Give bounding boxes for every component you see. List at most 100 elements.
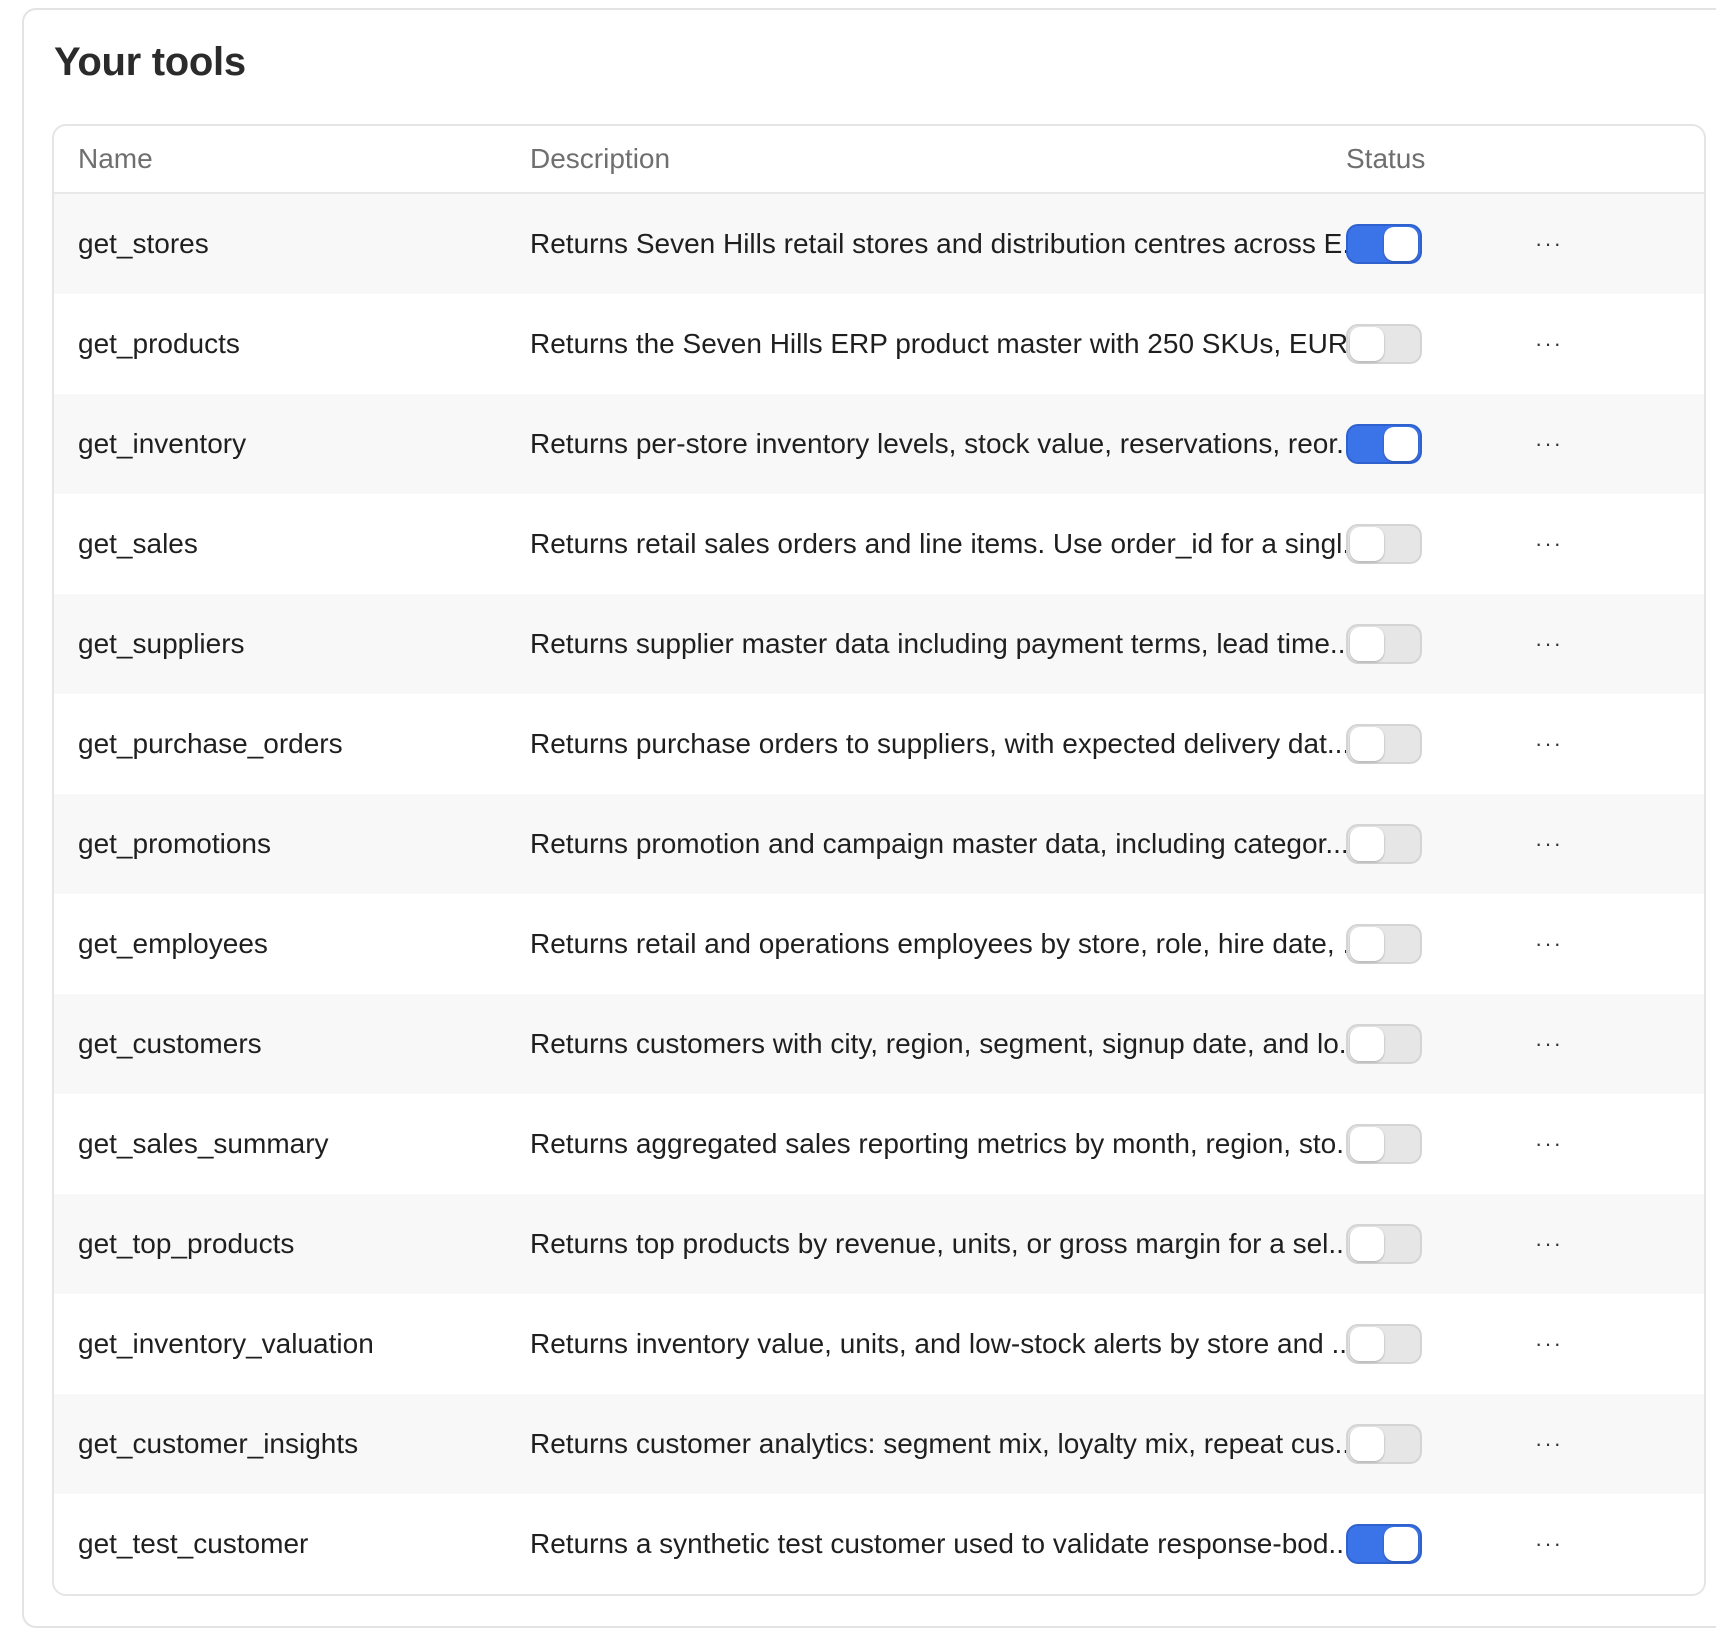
tool-name: get_purchase_orders [78, 728, 343, 759]
toggle-knob [1350, 1327, 1384, 1361]
table-row[interactable]: get_employees Returns retail and operatio… [54, 894, 1704, 994]
tool-name: get_test_customer [78, 1528, 309, 1559]
status-toggle[interactable] [1346, 1524, 1422, 1564]
tool-status [1346, 1324, 1422, 1364]
more-options-icon[interactable]: ··· [1524, 1331, 1574, 1357]
table-body: get_stores Returns Seven Hills retail sto… [54, 194, 1704, 1594]
tool-status [1346, 724, 1422, 764]
status-toggle[interactable] [1346, 1424, 1422, 1464]
toggle-knob [1350, 1427, 1384, 1461]
toggle-knob [1350, 1227, 1384, 1261]
tool-status [1346, 924, 1422, 964]
tool-description: Returns customers with city, region, seg… [530, 1028, 1363, 1059]
tool-description: Returns per-store inventory levels, stoc… [530, 428, 1360, 459]
tool-name: get_suppliers [78, 628, 245, 659]
more-options-icon[interactable]: ··· [1524, 331, 1574, 357]
tool-description: Returns a synthetic test customer used t… [530, 1528, 1352, 1559]
status-toggle[interactable] [1346, 524, 1422, 564]
status-toggle[interactable] [1346, 1024, 1422, 1064]
tool-name: get_inventory [78, 428, 247, 459]
toggle-knob [1350, 527, 1384, 561]
tool-name: get_employees [78, 928, 268, 959]
tool-description: Returns retail sales orders and line ite… [530, 528, 1366, 559]
page-title: Your tools [54, 40, 246, 84]
status-toggle[interactable] [1346, 324, 1422, 364]
table-row[interactable]: get_promotions Returns promotion and camp… [54, 794, 1704, 894]
tool-description: Returns the Seven Hills ERP product mast… [530, 328, 1380, 359]
more-options-icon[interactable]: ··· [1524, 1131, 1574, 1157]
status-toggle[interactable] [1346, 824, 1422, 864]
tool-description: Returns customer analytics: segment mix,… [530, 1428, 1358, 1459]
status-toggle[interactable] [1346, 424, 1422, 464]
table-row[interactable]: get_products Returns the Seven Hills ERP … [54, 294, 1704, 394]
toggle-knob [1350, 827, 1384, 861]
table-row[interactable]: get_top_products Returns top products by … [54, 1194, 1704, 1294]
tool-name: get_customers [78, 1028, 262, 1059]
table-row[interactable]: get_customers Returns customers with city… [54, 994, 1704, 1094]
more-options-icon[interactable]: ··· [1524, 231, 1574, 257]
tool-name: get_top_products [78, 1228, 295, 1259]
more-options-icon[interactable]: ··· [1524, 431, 1574, 457]
table-row[interactable]: get_customer_insights Returns customer an… [54, 1394, 1704, 1494]
tool-description: Returns purchase orders to suppliers, wi… [530, 728, 1351, 759]
tool-status [1346, 324, 1422, 364]
table-row[interactable]: get_sales_summary Returns aggregated sale… [54, 1094, 1704, 1194]
table-row[interactable]: get_inventory_valuation Returns inventory… [54, 1294, 1704, 1394]
tool-name: get_sales [78, 528, 198, 559]
status-toggle[interactable] [1346, 724, 1422, 764]
more-options-icon[interactable]: ··· [1524, 831, 1574, 857]
tool-description: Returns Seven Hills retail stores and di… [530, 228, 1366, 259]
tool-status [1346, 224, 1422, 264]
toggle-knob [1384, 1527, 1418, 1561]
status-toggle[interactable] [1346, 1124, 1422, 1164]
table-row[interactable]: get_test_customer Returns a synthetic tes… [54, 1494, 1704, 1594]
status-toggle[interactable] [1346, 624, 1422, 664]
tool-description: Returns supplier master data including p… [530, 628, 1354, 659]
more-options-icon[interactable]: ··· [1524, 531, 1574, 557]
tools-panel: Your tools Name Description Status get_s… [22, 8, 1716, 1628]
tool-status [1346, 1224, 1422, 1264]
status-toggle[interactable] [1346, 924, 1422, 964]
tool-status [1346, 1024, 1422, 1064]
tool-description: Returns promotion and campaign master da… [530, 828, 1349, 859]
more-options-icon[interactable]: ··· [1524, 1031, 1574, 1057]
status-toggle[interactable] [1346, 1324, 1422, 1364]
more-options-icon[interactable]: ··· [1524, 1531, 1574, 1557]
tool-status [1346, 524, 1422, 564]
tool-name: get_inventory_valuation [78, 1328, 374, 1359]
column-header-status: Status [1346, 143, 1426, 174]
tool-description: Returns top products by revenue, units, … [530, 1228, 1352, 1259]
tool-status [1346, 424, 1422, 464]
more-options-icon[interactable]: ··· [1524, 1431, 1574, 1457]
tool-status [1346, 624, 1422, 664]
tool-description: Returns inventory value, units, and low-… [530, 1328, 1355, 1359]
status-toggle[interactable] [1346, 224, 1422, 264]
column-header-description: Description [530, 143, 671, 174]
table-header: Name Description Status [54, 126, 1704, 194]
tool-description: Returns retail and operations employees … [530, 928, 1366, 959]
toggle-knob [1350, 927, 1384, 961]
table-row[interactable]: get_stores Returns Seven Hills retail sto… [54, 194, 1704, 294]
more-options-icon[interactable]: ··· [1524, 931, 1574, 957]
table-row[interactable]: get_purchase_orders Returns purchase orde… [54, 694, 1704, 794]
tool-status [1346, 824, 1422, 864]
toggle-knob [1350, 1027, 1384, 1061]
table-row[interactable]: get_inventory Returns per-store inventory… [54, 394, 1704, 494]
toggle-knob [1350, 1127, 1384, 1161]
more-options-icon[interactable]: ··· [1524, 731, 1574, 757]
tools-table: Name Description Status get_stores Return… [52, 124, 1706, 1596]
more-options-icon[interactable]: ··· [1524, 1231, 1574, 1257]
more-options-icon[interactable]: ··· [1524, 631, 1574, 657]
tool-name: get_products [78, 328, 240, 359]
tool-name: get_promotions [78, 828, 272, 859]
tool-name: get_stores [78, 228, 209, 259]
table-row[interactable]: get_suppliers Returns supplier master dat… [54, 594, 1704, 694]
tool-name: get_customer_insights [78, 1428, 359, 1459]
column-header-name: Name [78, 143, 153, 174]
tool-status [1346, 1424, 1422, 1464]
toggle-knob [1350, 327, 1384, 361]
table-row[interactable]: get_sales Returns retail sales orders and… [54, 494, 1704, 594]
toggle-knob [1350, 727, 1384, 761]
toggle-knob [1384, 227, 1418, 261]
status-toggle[interactable] [1346, 1224, 1422, 1264]
